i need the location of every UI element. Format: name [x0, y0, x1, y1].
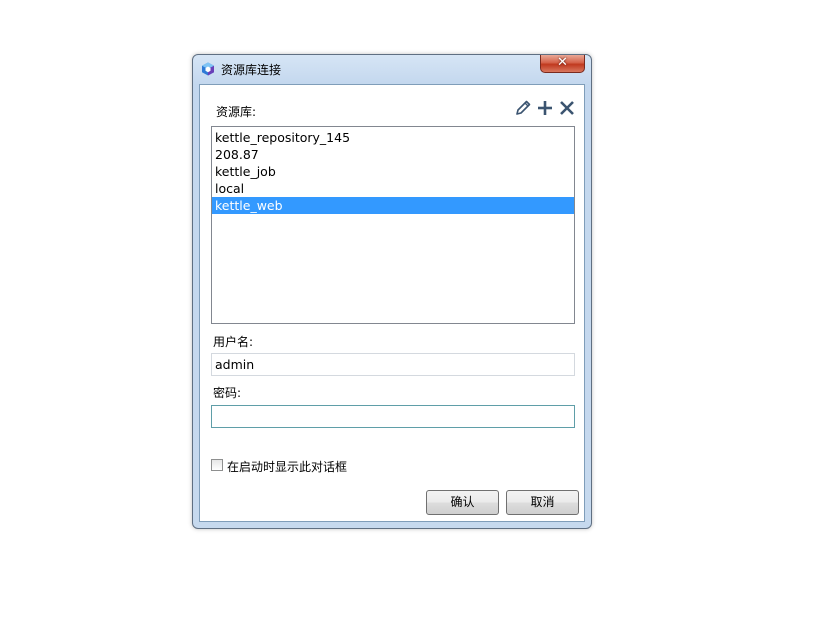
title-bar[interactable]: 资源库连接 ✕: [193, 55, 591, 84]
repository-label: 资源库:: [216, 105, 257, 119]
repository-list[interactable]: kettle_repository_145 208.87 kettle_job …: [211, 126, 575, 324]
close-icon[interactable]: [558, 99, 576, 117]
list-item[interactable]: local: [212, 180, 574, 197]
list-item-selected[interactable]: kettle_web: [212, 197, 574, 214]
window-title: 资源库连接: [221, 63, 282, 77]
plus-icon[interactable]: [536, 99, 554, 117]
cancel-button[interactable]: 取消: [506, 490, 579, 515]
show-on-startup-label[interactable]: 在启动时显示此对话框: [227, 458, 347, 475]
ok-button[interactable]: 确认: [426, 490, 499, 515]
list-item[interactable]: kettle_job: [212, 163, 574, 180]
password-input[interactable]: [211, 405, 575, 428]
username-input[interactable]: [211, 353, 575, 376]
list-item[interactable]: 208.87: [212, 146, 574, 163]
app-cube-icon: [202, 62, 214, 76]
list-item[interactable]: kettle_repository_145: [212, 129, 574, 146]
pencil-icon[interactable]: [514, 99, 532, 117]
window-close-button[interactable]: ✕: [540, 55, 585, 73]
password-label: 密码:: [213, 386, 242, 400]
show-on-startup-checkbox[interactable]: [211, 459, 223, 471]
dialog-body: 资源库: kettle_repository_145 208.87 kettle…: [199, 84, 585, 522]
repository-connection-dialog: 资源库连接 ✕ 资源库: kettle_repository_145 208.8…: [192, 54, 592, 529]
repository-toolbar: [514, 99, 576, 117]
username-label: 用户名:: [213, 335, 254, 349]
